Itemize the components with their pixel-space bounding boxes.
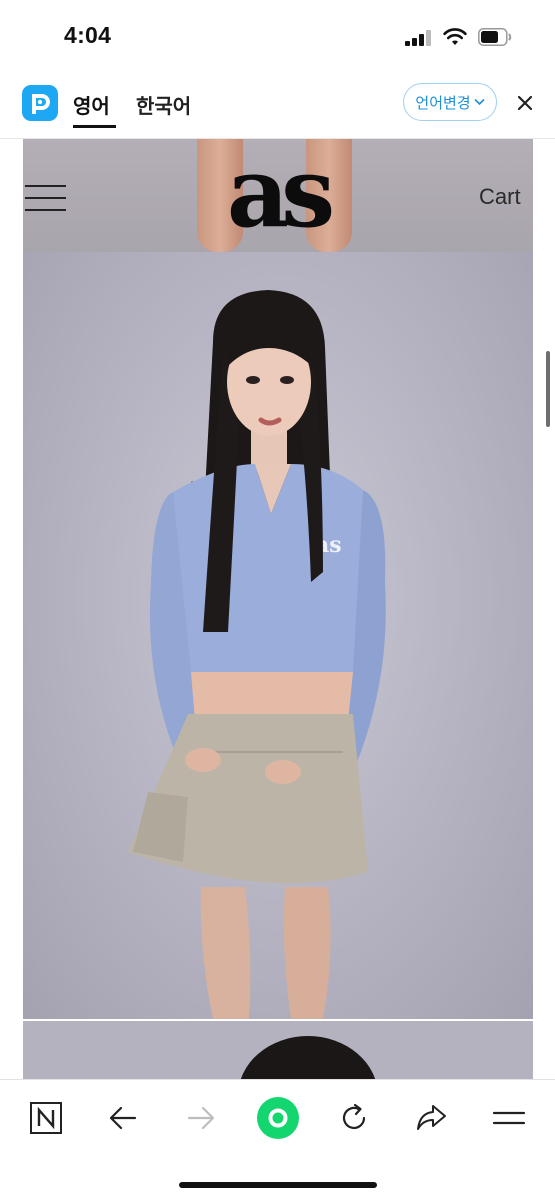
back-arrow-icon[interactable] <box>103 1098 143 1138</box>
scrollbar-thumb[interactable] <box>546 351 550 427</box>
share-icon[interactable] <box>411 1098 451 1138</box>
product-photo-model[interactable]: as <box>23 252 533 1019</box>
status-bar: 4:04 <box>0 0 555 72</box>
home-indicator[interactable] <box>179 1182 377 1188</box>
refresh-icon[interactable] <box>334 1098 374 1138</box>
menu-icon[interactable] <box>489 1098 529 1138</box>
chevron-down-icon <box>474 98 485 106</box>
change-language-button[interactable]: 언어변경 <box>403 83 497 121</box>
hamburger-menu-icon[interactable] <box>25 183 66 213</box>
naver-n-icon[interactable] <box>26 1098 66 1138</box>
web-content[interactable]: as as Cart <box>0 139 555 1079</box>
green-home-icon[interactable] <box>256 1096 300 1140</box>
tab-english[interactable]: 영어 <box>73 90 110 119</box>
tab-korean[interactable]: 한국어 <box>136 90 191 119</box>
papago-logo-icon <box>22 85 58 121</box>
brand-logo[interactable]: as <box>218 145 336 245</box>
product-photo-next <box>23 1021 533 1079</box>
cellular-signal-icon <box>405 30 433 46</box>
status-time: 4:04 <box>64 22 112 48</box>
active-tab-underline <box>73 125 116 128</box>
forward-arrow-icon[interactable] <box>181 1098 221 1138</box>
cart-link[interactable]: Cart <box>479 184 521 210</box>
battery-icon <box>478 28 512 46</box>
close-icon[interactable] <box>514 92 536 114</box>
change-language-label: 언어변경 <box>415 94 471 112</box>
translate-bar: 영어 한국어 언어변경 <box>0 72 555 139</box>
wifi-icon <box>443 28 467 45</box>
